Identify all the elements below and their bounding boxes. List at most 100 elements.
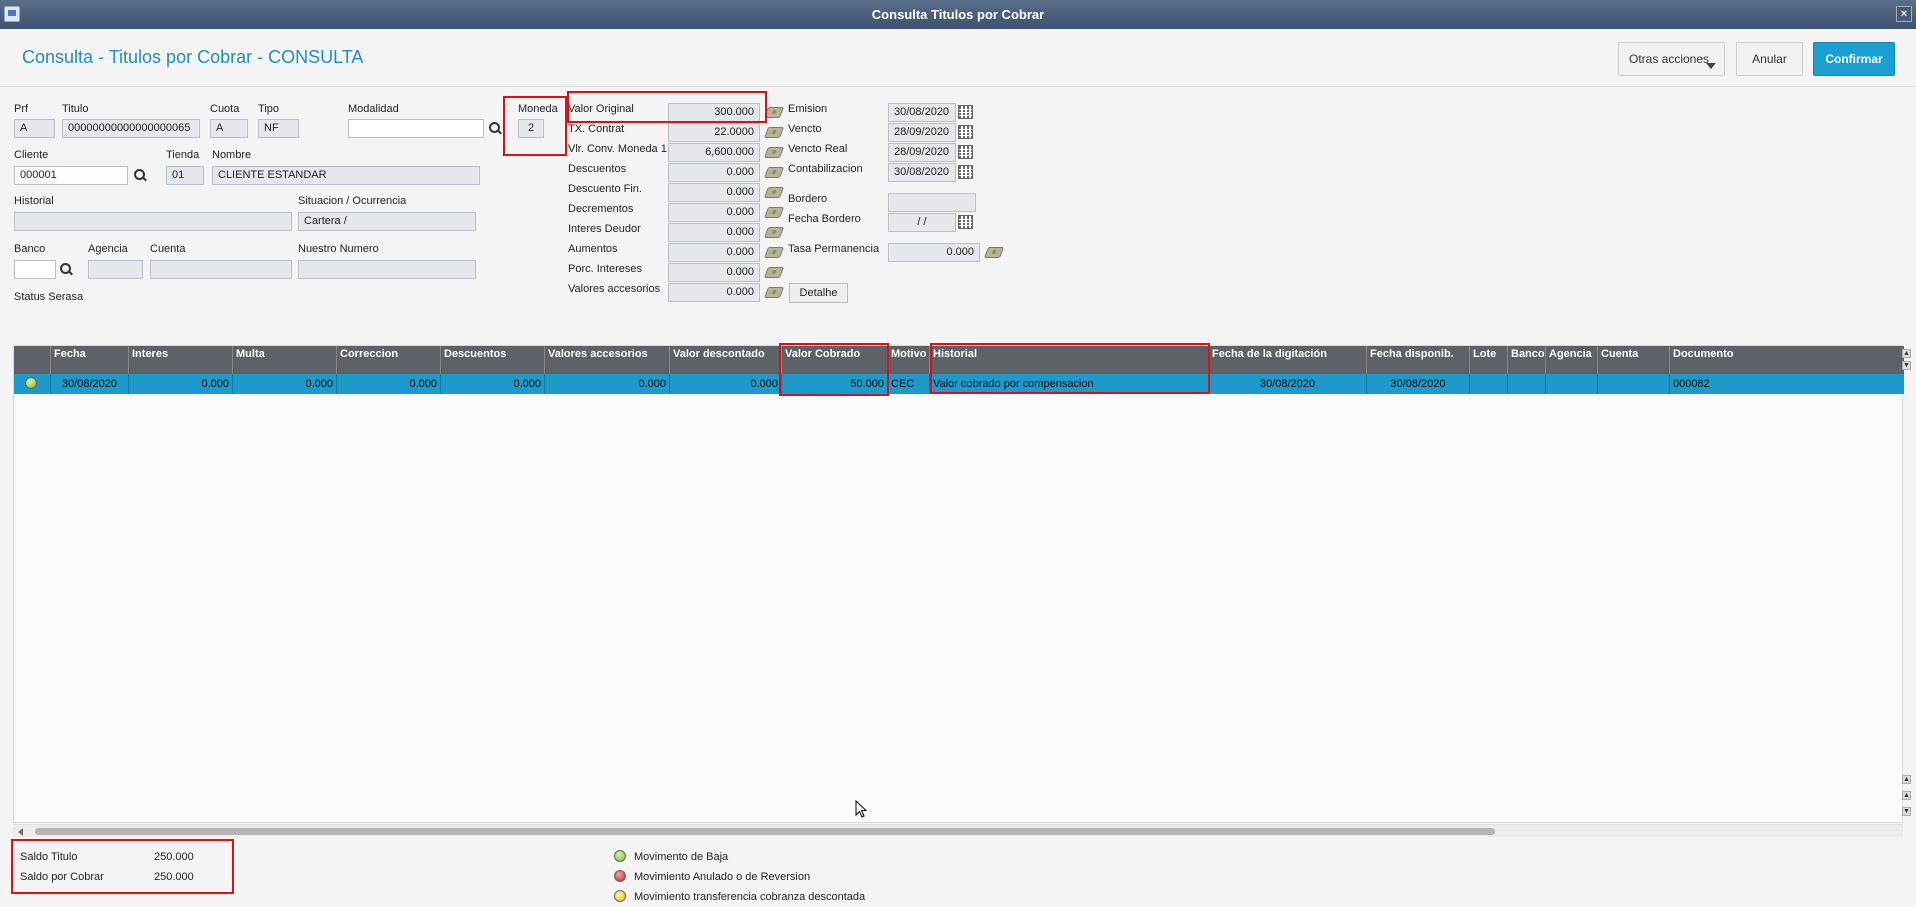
prf-label: Prf [14,103,29,115]
grid-header-correccion[interactable]: Correccion [337,346,441,374]
grid-header-motivo[interactable]: Motivo [888,346,930,374]
prf-field[interactable]: A [14,119,55,138]
vencto-field[interactable]: 28/09/2020 [888,123,956,142]
scroll-down-icon[interactable]: ▼ [1902,807,1911,816]
grid-cell-fecha-digitacion: 30/08/2020 [1209,374,1367,394]
grid-header-fecha-digitacion[interactable]: Fecha de la digitación [1209,346,1367,374]
money-icon[interactable] [763,207,785,218]
contabilizacion-label: Contabilizacion [788,163,863,175]
grid-header-documento[interactable]: Documento [1670,346,1904,374]
vencto-real-field[interactable]: 28/09/2020 [888,143,956,162]
grid-header-fecha-disponib[interactable]: Fecha disponib. [1367,346,1470,374]
tienda-field[interactable]: 01 [166,166,204,185]
bordero-field[interactable] [888,193,976,212]
money-icon[interactable] [763,107,785,118]
interes-deudor-field[interactable]: 0.000 [668,223,760,242]
search-icon[interactable] [60,263,74,277]
descuentos-field[interactable]: 0.000 [668,163,760,182]
grid-header-historial[interactable]: Historial [930,346,1209,374]
otras-acciones-button[interactable]: Otras acciones [1618,42,1725,76]
grid-header-valor-cobrado[interactable]: Valor Cobrado [782,346,888,374]
grid-header-banco[interactable]: Banco [1508,346,1546,374]
money-icon[interactable] [763,147,785,158]
moneda-field[interactable]: 2 [518,119,544,138]
money-icon[interactable] [763,187,785,198]
fecha-bordero-field[interactable]: / / [888,213,956,232]
money-icon[interactable] [763,127,785,138]
money-icon[interactable] [983,247,1005,258]
grid-cell-descuentos: 0.000 [441,374,545,394]
historial-field[interactable] [14,212,292,231]
scroll-up-icon[interactable]: ▲ [1902,349,1911,358]
grid-header-status[interactable] [14,346,51,374]
agencia-field[interactable] [88,260,143,279]
horizontal-scrollbar[interactable] [13,824,1903,837]
money-icon[interactable] [763,267,785,278]
saldo-titulo-value: 250.000 [154,851,194,863]
money-icon[interactable] [763,227,785,238]
grid-header-descuentos[interactable]: Descuentos [441,346,545,374]
status-green-icon [25,377,37,389]
porc-intereses-field[interactable]: 0.000 [668,263,760,282]
grid-cell-agencia [1546,374,1598,394]
scroll-left-icon[interactable] [18,828,23,836]
grid-cell-banco [1508,374,1546,394]
grid-header-cuenta[interactable]: Cuenta [1598,346,1670,374]
money-icon[interactable] [763,167,785,178]
scroll-thumb[interactable] [35,828,1495,835]
calendar-icon[interactable] [958,105,973,119]
fecha-bordero-label: Fecha Bordero [788,213,861,225]
grid-header-lote[interactable]: Lote [1470,346,1508,374]
contabilizacion-field[interactable]: 30/08/2020 [888,163,956,182]
grid-cell-valores-accesorios: 0.000 [545,374,670,394]
tipo-field[interactable]: NF [258,119,299,138]
valor-original-field[interactable]: 300.000 [668,103,760,122]
calendar-icon[interactable] [958,125,973,139]
money-icon[interactable] [763,287,785,298]
confirmar-button[interactable]: Confirmar [1813,42,1895,76]
tasa-permanencia-field[interactable]: 0.000 [888,243,980,262]
search-icon[interactable] [489,122,503,136]
scroll-top-icon[interactable]: ▲ [1902,775,1911,784]
vlr-conv-field[interactable]: 6,600.000 [668,143,760,162]
table-row[interactable]: 30/08/2020 0.000 0.000 0.000 0.000 0.000… [14,374,1904,394]
anular-button[interactable]: Anular [1736,42,1803,76]
scroll-down-icon[interactable]: ▼ [1902,361,1911,370]
nombre-field[interactable]: CLIENTE ESTANDAR [212,166,480,185]
grid-header-interes[interactable]: Interes [129,346,233,374]
situacion-field[interactable]: Cartera / [298,212,476,231]
emision-field[interactable]: 30/08/2020 [888,103,956,122]
grid-header-valores-accesorios[interactable]: Valores accesorios [545,346,670,374]
grid-header: Fecha Interes Multa Correccion Descuento… [14,346,1904,374]
modalidad-field[interactable] [348,119,484,138]
interes-deudor-label: Interes Deudor [568,223,641,235]
calendar-icon[interactable] [958,145,973,159]
scroll-up-icon[interactable]: ▲ [1902,791,1911,800]
money-icon[interactable] [763,247,785,258]
grid-header-fecha[interactable]: Fecha [51,346,129,374]
aumentos-field[interactable]: 0.000 [668,243,760,262]
search-icon[interactable] [134,169,148,183]
window-titlebar: Consulta Titulos por Cobrar × [0,0,1916,29]
titulo-field[interactable]: 00000000000000000065 [62,119,200,138]
mouse-cursor-icon [855,800,867,818]
calendar-icon[interactable] [958,165,973,179]
cliente-field[interactable]: 000001 [14,166,128,185]
cuenta-field[interactable] [150,260,292,279]
valores-accesorios-field[interactable]: 0.000 [668,283,760,302]
calendar-icon[interactable] [958,215,973,229]
banco-field[interactable] [14,260,56,279]
detalhe-button[interactable]: Detalhe [789,283,848,303]
tx-contrat-field[interactable]: 22.0000 [668,123,760,142]
decrementos-field[interactable]: 0.000 [668,203,760,222]
grid-header-multa[interactable]: Multa [233,346,337,374]
grid-cell-valor-descontado: 0.000 [670,374,782,394]
nuestro-numero-field[interactable] [298,260,476,279]
descuento-fin-field[interactable]: 0.000 [668,183,760,202]
cuota-field[interactable]: A [210,119,248,138]
otras-acciones-label: Otras acciones [1629,52,1710,66]
close-icon[interactable]: × [1896,6,1912,22]
vertical-scrollbar[interactable]: ▲ ▼ ▲ ▲ ▼ [1902,345,1912,823]
grid-header-agencia[interactable]: Agencia [1546,346,1598,374]
grid-header-valor-descontado[interactable]: Valor descontado [670,346,782,374]
